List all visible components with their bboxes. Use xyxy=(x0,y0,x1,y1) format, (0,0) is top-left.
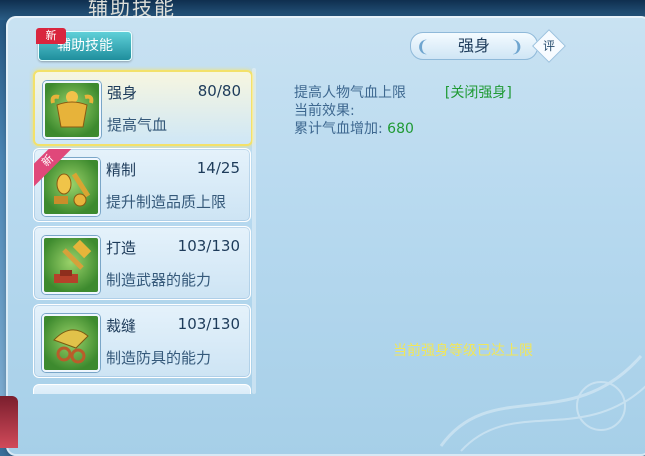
skill-item-partial[interactable] xyxy=(33,384,251,394)
sewing-icon xyxy=(42,314,100,372)
skill-list[interactable]: 强身 80/80 提高气血 新 精制 14/25 提升制造品质上限 打造 103… xyxy=(29,66,257,394)
skill-level: 14/25 xyxy=(196,159,240,177)
new-badge: 新 xyxy=(36,28,66,44)
skill-desc: 提高气血 xyxy=(107,116,168,134)
skill-item-qiangshen[interactable]: 强身 80/80 提高气血 xyxy=(33,70,253,146)
detail-line-1: 提高人物气血上限 [关闭强身] xyxy=(294,82,512,102)
bonus-label: 累计气血增加: xyxy=(294,121,383,137)
rate-label: 评 xyxy=(542,39,555,53)
swirl-left-icon: ❨ xyxy=(416,37,430,56)
skill-name: 打造 xyxy=(106,239,137,257)
effect-description: 提高人物气血上限 xyxy=(294,85,406,101)
skill-level: 80/80 xyxy=(197,82,241,100)
skill-name: 精制 xyxy=(106,161,137,179)
decorative-swirl xyxy=(439,355,645,452)
skill-name: 裁缝 xyxy=(106,317,137,335)
detail-line-3: 累计气血增加: 680 xyxy=(294,118,414,138)
skill-level: 103/130 xyxy=(177,237,240,255)
toggle-link[interactable]: [关闭强身] xyxy=(445,85,512,101)
skill-desc: 制造防具的能力 xyxy=(106,349,212,367)
max-level-message: 当前强身等级已达上限 xyxy=(393,343,533,359)
hammer-anvil-icon xyxy=(42,236,100,294)
detail-line-2: 当前效果: xyxy=(294,103,355,119)
bonus-value: 680 xyxy=(387,121,414,137)
skill-item-caifeng[interactable]: 裁缝 103/130 制造防具的能力 xyxy=(33,304,251,378)
corner-decoration xyxy=(0,396,18,448)
skill-name: 强身 xyxy=(107,84,138,102)
muscle-icon xyxy=(43,81,101,139)
skill-desc: 制造武器的能力 xyxy=(106,271,212,289)
list-scrollbar[interactable] xyxy=(252,68,256,394)
skill-item-dazao[interactable]: 打造 103/130 制造武器的能力 xyxy=(33,226,251,300)
skill-item-jingzhi[interactable]: 新 精制 14/25 提升制造品质上限 xyxy=(33,148,251,222)
skill-desc: 提升制造品质上限 xyxy=(106,193,227,211)
skill-level: 103/130 xyxy=(177,315,240,333)
